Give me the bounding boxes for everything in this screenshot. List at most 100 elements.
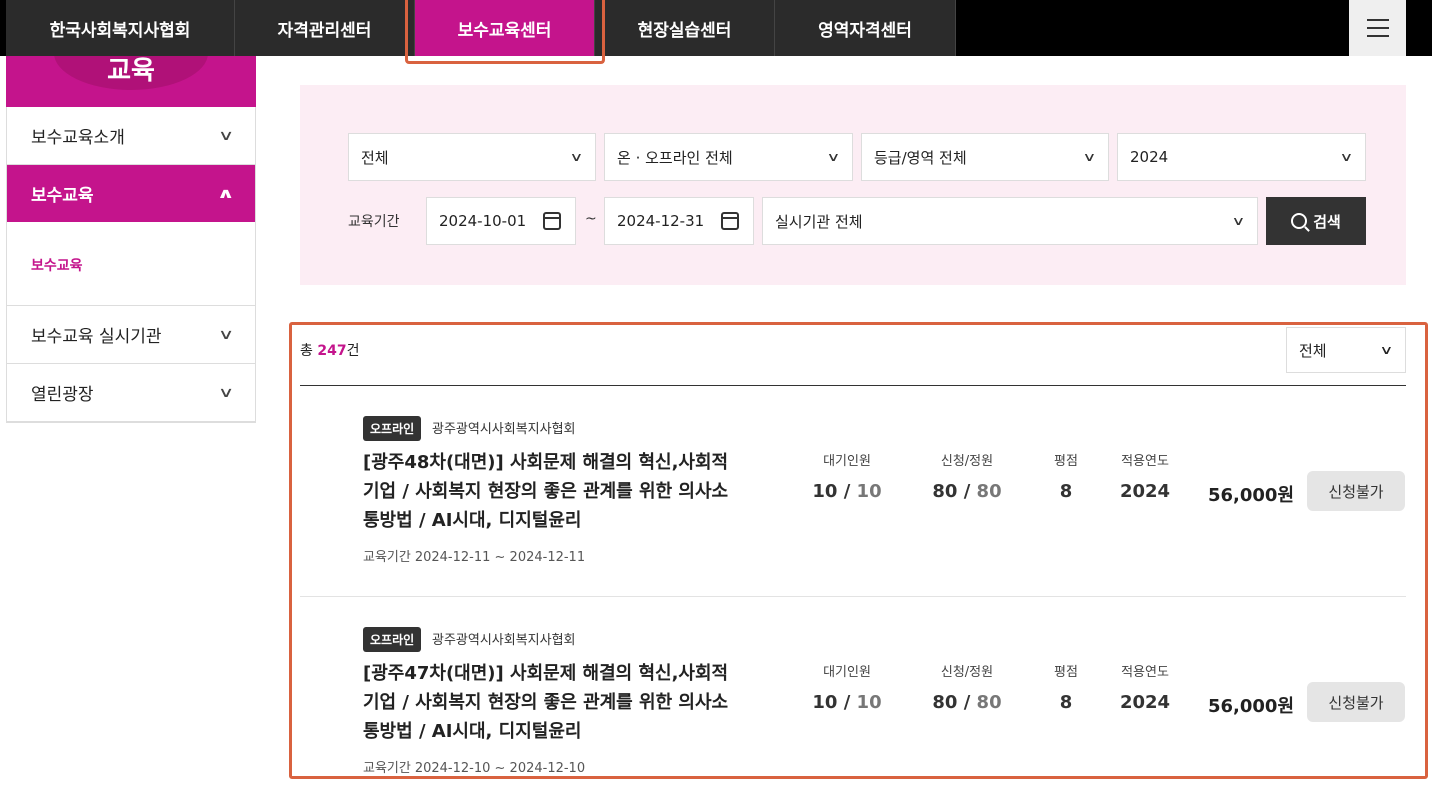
- apply-button[interactable]: 신청불가: [1307, 682, 1405, 722]
- category-select-value: 전체: [361, 148, 389, 167]
- stat-value: 2024: [1119, 481, 1171, 502]
- sidebar-item-label: 보수교육 실시기관: [31, 327, 162, 347]
- sidebar-subitem-education[interactable]: 보수교육: [7, 222, 255, 306]
- sort-select-value: 전체: [1299, 341, 1327, 360]
- stat-label: 적용연도: [1121, 454, 1169, 469]
- chevron-up-icon: ∧: [216, 185, 235, 202]
- sidebar-header: 교육: [6, 56, 256, 107]
- chevron-down-icon: ∨: [826, 150, 841, 164]
- chevron-down-icon: ∨: [217, 127, 235, 144]
- course-org: 광주광역시사회복지사협회: [432, 633, 576, 648]
- stat-waitlist: 대기인원 10 / 10: [797, 661, 897, 713]
- grade-select[interactable]: 등급/영역 전체 ∨: [861, 133, 1109, 181]
- apply-button[interactable]: 신청불가: [1307, 471, 1405, 511]
- period-label: 교육기간: [348, 214, 400, 230]
- nav-item-kasw[interactable]: 한국사회복지사협회: [6, 0, 235, 56]
- chevron-down-icon: ∨: [1231, 214, 1246, 228]
- chevron-down-icon: ∨: [1339, 150, 1354, 164]
- stat-max: 80: [976, 481, 1002, 502]
- nav-item-qualification[interactable]: 자격관리센터: [235, 0, 415, 56]
- hamburger-menu-icon[interactable]: [1349, 0, 1406, 56]
- mode-badge: 오프라인: [363, 416, 422, 441]
- sidebar-item-open-square[interactable]: 열린광장 ∨: [7, 364, 255, 422]
- end-date-field[interactable]: 2024-12-31: [604, 197, 754, 245]
- course-title[interactable]: [광주47차(대면)] 사회문제 해결의 혁신,사회적 기업 / 사회복지 현장…: [363, 659, 733, 746]
- course-period-value: 2024-12-11 ~ 2024-12-11: [414, 550, 586, 565]
- date-separator: ~: [585, 211, 597, 227]
- course-price: 56,000원: [1208, 485, 1295, 506]
- stat-value: 80 / 80: [932, 692, 1002, 713]
- mode-select[interactable]: 온 · 오프라인 전체 ∨: [604, 133, 853, 181]
- nav-item-practice[interactable]: 현장실습센터: [595, 0, 775, 56]
- course-period: 교육기간 2024-12-11 ~ 2024-12-11: [363, 546, 585, 565]
- result-count: 총 247건: [300, 340, 359, 360]
- search-icon: [1291, 213, 1308, 229]
- stat-max: 10: [856, 692, 882, 713]
- course-period-label: 교육기간: [363, 761, 411, 776]
- result-count-number: 247: [317, 343, 347, 359]
- stat-current: 10: [812, 481, 838, 502]
- mode-select-value: 온 · 오프라인 전체: [617, 148, 733, 167]
- filter-panel: [300, 85, 1406, 285]
- stat-label: 대기인원: [823, 454, 871, 469]
- stat-applicants: 신청/정원 80 / 80: [917, 661, 1017, 713]
- result-count-prefix: 총: [300, 343, 318, 359]
- institution-select[interactable]: 실시기관 전체 ∨: [762, 197, 1258, 245]
- calendar-icon[interactable]: [721, 212, 739, 230]
- stat-waitlist: 대기인원 10 / 10: [797, 450, 897, 502]
- stat-value: 2024: [1119, 692, 1171, 713]
- sidebar: 보수교육소개 ∨ 보수교육 ∧ 보수교육 보수교육 실시기관 ∨ 열린광장 ∨: [6, 107, 256, 423]
- stat-current: 10: [812, 692, 838, 713]
- mode-badge: 오프라인: [363, 627, 422, 652]
- stat-max: 80: [976, 692, 1002, 713]
- sort-select[interactable]: 전체 ∨: [1286, 327, 1406, 373]
- course-period-label: 교육기간: [363, 550, 411, 565]
- course-org: 광주광역시사회복지사협회: [432, 422, 576, 437]
- list-item: 오프라인 광주광역시사회복지사협회 [광주48차(대면)] 사회문제 해결의 혁…: [300, 386, 1406, 586]
- course-period-value: 2024-12-10 ~ 2024-12-10: [414, 761, 586, 776]
- search-button[interactable]: 검색: [1266, 197, 1366, 245]
- nav-item-domain[interactable]: 영역자격센터: [775, 0, 956, 56]
- course-price: 56,000원: [1208, 696, 1295, 717]
- sidebar-item-institutions[interactable]: 보수교육 실시기관 ∨: [7, 306, 255, 364]
- chevron-down-icon: ∨: [1082, 150, 1097, 164]
- nav-item-education[interactable]: 보수교육센터: [415, 0, 595, 56]
- course-title[interactable]: [광주48차(대면)] 사회문제 해결의 혁신,사회적 기업 / 사회복지 현장…: [363, 448, 733, 535]
- sidebar-header-title: 교육: [107, 56, 155, 86]
- stat-label: 적용연도: [1121, 665, 1169, 680]
- chevron-down-icon: ∨: [1379, 343, 1394, 357]
- end-date-value: 2024-12-31: [617, 212, 705, 230]
- calendar-icon[interactable]: [543, 212, 561, 230]
- sidebar-item-label: 열린광장: [31, 385, 94, 405]
- sidebar-subitem-label: 보수교육: [31, 258, 83, 274]
- year-select-value: 2024: [1130, 148, 1169, 166]
- stat-year: 적용연도 2024: [1095, 450, 1195, 502]
- stat-label: 신청/정원: [940, 454, 994, 469]
- stat-current: 80: [932, 481, 958, 502]
- chevron-down-icon: ∨: [217, 384, 235, 401]
- stat-current: 80: [932, 692, 958, 713]
- sidebar-item-education[interactable]: 보수교육 ∧: [7, 165, 255, 222]
- list-item: 오프라인 광주광역시사회복지사협회 [광주47차(대면)] 사회문제 해결의 혁…: [300, 597, 1406, 797]
- course-period: 교육기간 2024-12-10 ~ 2024-12-10: [363, 757, 585, 776]
- grade-select-value: 등급/영역 전체: [874, 148, 967, 167]
- stat-max: 10: [856, 481, 882, 502]
- sidebar-item-intro[interactable]: 보수교육소개 ∨: [7, 107, 255, 165]
- sidebar-item-label: 보수교육소개: [31, 128, 125, 148]
- chevron-down-icon: ∨: [569, 150, 584, 164]
- stat-year: 적용연도 2024: [1095, 661, 1195, 713]
- institution-select-value: 실시기관 전체: [775, 212, 863, 231]
- stat-label: 신청/정원: [940, 665, 994, 680]
- search-button-label: 검색: [1313, 212, 1341, 231]
- stat-label: 대기인원: [823, 665, 871, 680]
- stat-applicants: 신청/정원 80 / 80: [917, 450, 1017, 502]
- start-date-field[interactable]: 2024-10-01: [426, 197, 576, 245]
- sidebar-item-label: 보수교육: [31, 186, 94, 206]
- result-count-suffix: 건: [346, 343, 360, 359]
- year-select[interactable]: 2024 ∨: [1117, 133, 1366, 181]
- stat-value: 10 / 10: [812, 481, 882, 502]
- chevron-down-icon: ∨: [217, 326, 235, 343]
- category-select[interactable]: 전체 ∨: [348, 133, 596, 181]
- stat-value: 80 / 80: [932, 481, 1002, 502]
- top-nav: 한국사회복지사협회 자격관리센터 보수교육센터 현장실습센터 영역자격센터: [0, 0, 1432, 56]
